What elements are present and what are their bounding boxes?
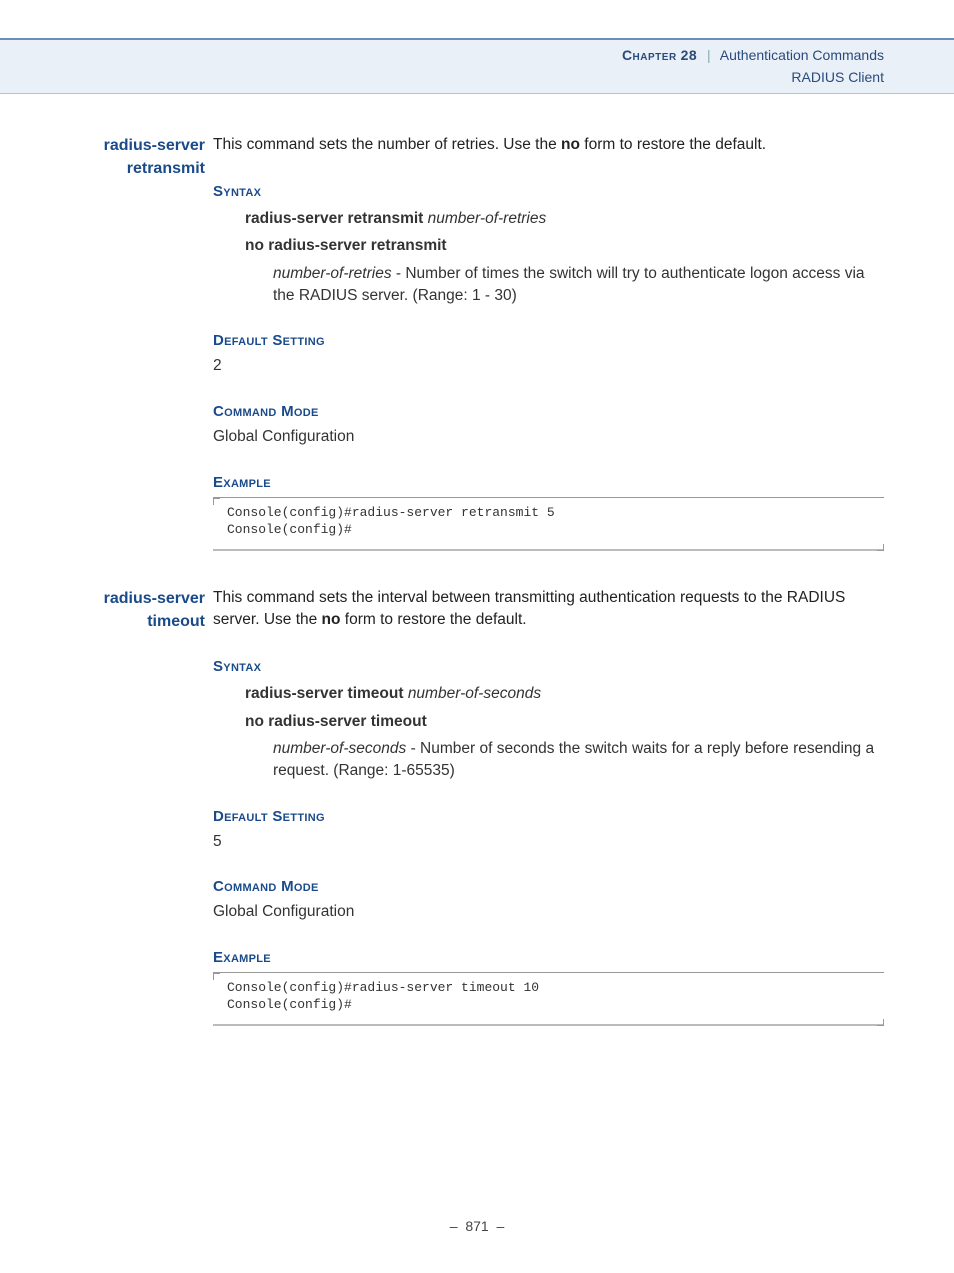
desc-text: This command sets the number of retries.…	[213, 136, 561, 153]
syntax-argument: number-of-seconds	[408, 685, 541, 702]
mode-value: Global Configuration	[213, 901, 884, 923]
command-entry: radius-server timeout This command sets …	[70, 587, 884, 1026]
command-body: This command sets the number of retries.…	[213, 134, 884, 551]
example-heading: Example	[213, 947, 884, 968]
footer-dash: –	[450, 1218, 458, 1234]
example-code-block: Console(config)#radius-server retransmit…	[213, 497, 884, 551]
document-page: Chapter 28 | Authentication Commands RAD…	[0, 38, 954, 1273]
example-heading: Example	[213, 472, 884, 493]
desc-text: form to restore the default.	[580, 136, 766, 153]
page-number: 871	[465, 1218, 488, 1234]
header-subtitle: RADIUS Client	[0, 68, 884, 88]
default-value: 2	[213, 355, 884, 377]
example-code-block: Console(config)#radius-server timeout 10…	[213, 972, 884, 1026]
page-content: radius-server retransmit This command se…	[0, 94, 954, 1026]
syntax-no-line: no radius-server retransmit	[245, 235, 884, 257]
desc-text: This command sets the interval between t…	[213, 589, 845, 628]
desc-text: form to restore the default.	[340, 611, 526, 628]
page-header: Chapter 28 | Authentication Commands RAD…	[0, 38, 954, 94]
syntax-keyword: radius-server retransmit	[245, 210, 423, 227]
command-description: This command sets the interval between t…	[213, 587, 884, 632]
syntax-no-line: no radius-server timeout	[245, 711, 884, 733]
default-value: 5	[213, 831, 884, 853]
param-description: number-of-seconds - Number of seconds th…	[273, 738, 884, 781]
syntax-heading: Syntax	[213, 181, 884, 202]
syntax-no-keyword: no radius-server retransmit	[245, 237, 447, 254]
param-arg: number-of-seconds	[273, 740, 406, 757]
syntax-line: radius-server timeout number-of-seconds	[245, 683, 884, 705]
syntax-heading: Syntax	[213, 656, 884, 677]
param-arg: number-of-retries	[273, 265, 392, 282]
header-line-1: Chapter 28 | Authentication Commands	[0, 46, 884, 66]
default-heading: Default Setting	[213, 806, 884, 827]
chapter-title: Authentication Commands	[720, 47, 884, 63]
default-heading: Default Setting	[213, 330, 884, 351]
mode-value: Global Configuration	[213, 426, 884, 448]
syntax-no-keyword: no radius-server timeout	[245, 713, 427, 730]
command-name: radius-server timeout	[70, 587, 213, 1026]
chapter-number: 28	[681, 47, 698, 63]
desc-bold: no	[561, 136, 580, 153]
header-separator: |	[707, 47, 711, 63]
syntax-keyword: radius-server timeout	[245, 685, 404, 702]
mode-heading: Command Mode	[213, 876, 884, 897]
command-body: This command sets the interval between t…	[213, 587, 884, 1026]
command-name: radius-server retransmit	[70, 134, 213, 551]
mode-heading: Command Mode	[213, 401, 884, 422]
command-description: This command sets the number of retries.…	[213, 134, 884, 156]
footer-dash: –	[496, 1218, 504, 1234]
page-footer: – 871 –	[0, 1217, 954, 1237]
syntax-line: radius-server retransmit number-of-retri…	[245, 208, 884, 230]
chapter-word: Chapter	[622, 47, 677, 63]
desc-bold: no	[322, 611, 341, 628]
command-entry: radius-server retransmit This command se…	[70, 134, 884, 551]
param-description: number-of-retries - Number of times the …	[273, 263, 884, 306]
syntax-argument: number-of-retries	[428, 210, 547, 227]
